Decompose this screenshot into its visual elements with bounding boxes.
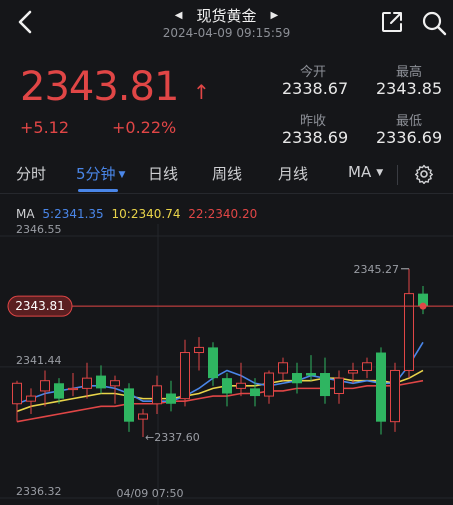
back-arrow-icon[interactable] [12,8,40,36]
candle-body [180,352,190,400]
tab-daily[interactable]: 日线 [148,163,178,184]
arrow-up-icon: ↑ [193,80,210,104]
timestamp: 2024-04-09 09:15:59 [162,26,291,40]
current-price-label: 2343.81 [15,299,65,313]
candle-body [306,373,316,376]
candle-body [264,372,274,397]
stat-value-high: 2343.85 [376,79,443,98]
tab-weekly[interactable]: 周线 [212,163,242,184]
triangle-right-icon[interactable]: ▶ [271,10,279,21]
tab-monthly[interactable]: 月线 [278,163,308,184]
candle-body [236,382,246,389]
candle-body [222,378,232,394]
candle-body [82,377,92,389]
ma22-value: 22:2340.20 [188,207,258,221]
stat-value-open: 2338.67 [282,79,349,98]
candle-body [250,388,260,397]
candle-body [68,387,78,391]
active-tab-indicator [78,189,118,192]
stat-label-low: 最低 [396,114,423,129]
stat-value-prev-close: 2338.69 [282,128,349,147]
x-axis-label: 04/09 07:50 [117,487,184,500]
ma-legend: MA 5:2341.35 10:2340.74 22:2340.20 [16,207,257,221]
candle-body [194,346,204,354]
price-change: +5.12 [20,118,70,137]
stat-label-prev-close: 昨收 [300,114,327,129]
stat-label-high: 最高 [396,65,423,80]
ma-lines [16,341,424,423]
high-annotation: 2345.27 [354,263,400,276]
candle-body [278,362,288,374]
candle-body [292,373,302,384]
candle-body [40,380,50,392]
candle-body [334,377,344,395]
ma5-line [16,341,424,405]
candle-body [166,393,176,404]
candle-body [110,380,120,387]
candlestick-chart[interactable]: 2346.55 2341.44 2336.32 2343.81 2345.27 ←233… [0,224,453,505]
caret-down-icon: ▼ [118,170,126,180]
page-title: 现货黄金 [196,6,257,25]
title-group: ◀ 现货黄金 ▶ [140,4,313,26]
tab-ma-label: MA [348,163,372,181]
triangle-left-icon[interactable]: ◀ [175,10,183,21]
candle-body [404,293,414,371]
current-price: 2343.81 [20,64,179,110]
ma5-value: 5:2341.35 [42,207,104,221]
ma10-line [16,369,424,413]
candle-body [362,362,372,371]
candle-body [152,385,162,405]
tab-ma[interactable]: MA ▼ [348,163,383,181]
candle-body [54,383,64,399]
candle-body [26,395,36,402]
candle-body [348,369,358,374]
period-tabs: 分时 5分钟 ▼ 日线 周线 月线 MA ▼ [0,155,453,194]
settings-gear-icon[interactable] [414,164,434,184]
share-icon[interactable] [380,10,404,34]
search-icon[interactable] [421,10,447,36]
ma-legend-prefix: MA [16,207,35,221]
candle-body [376,352,386,422]
candle-body [124,388,134,422]
candle-body [320,373,330,397]
price-change-percent: +0.22% [112,118,177,137]
y-tick-label: 2336.32 [16,485,62,498]
tab-5min[interactable]: 5分钟 ▼ [76,163,125,184]
stat-label-open: 今开 [300,65,327,80]
y-tick-label: 2341.44 [16,354,62,367]
candle-body [138,413,148,420]
tab-intraday[interactable]: 分时 [16,163,46,184]
caret-down-icon: ▼ [376,168,384,178]
ma10-value: 10:2340.74 [111,207,181,221]
y-tick-label: 2346.55 [16,224,62,236]
tab-5min-label: 5分钟 [76,165,116,183]
candle-body [208,347,218,379]
low-annotation: ←2337.60 [145,431,200,444]
candle-body [12,382,22,405]
divider [397,165,398,185]
stat-value-low: 2336.69 [376,128,443,147]
candle-body [96,375,106,389]
candle-body [390,369,400,423]
current-price-dot [419,302,427,310]
